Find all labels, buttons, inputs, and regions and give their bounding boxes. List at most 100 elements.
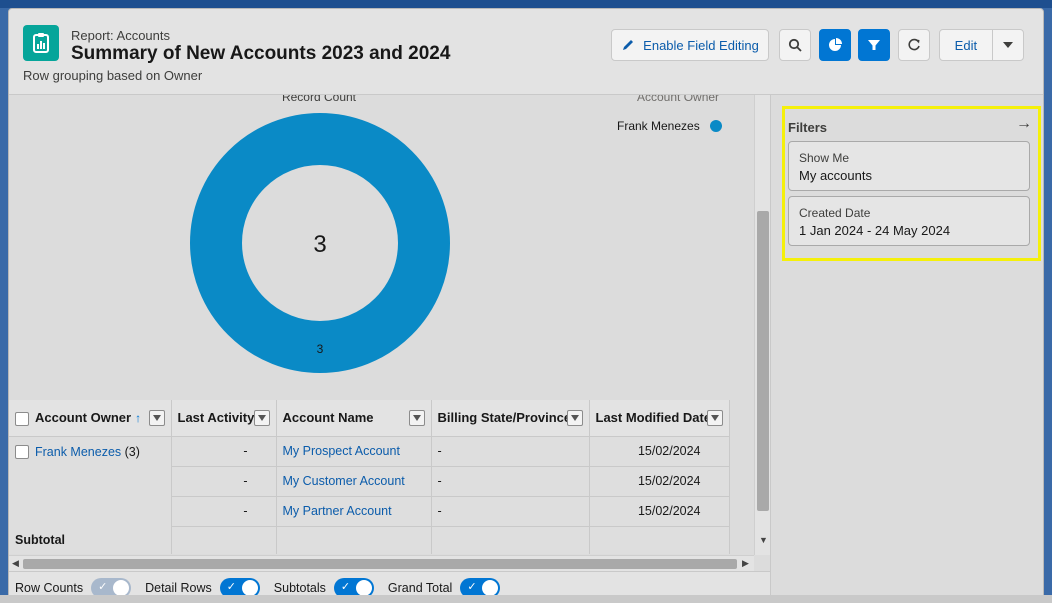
scroll-down-icon[interactable]: ▼ (759, 535, 768, 545)
report-frame: Report: Accounts Summary of New Accounts… (8, 8, 1044, 603)
filter-value: 1 Jan 2024 - 24 May 2024 (799, 223, 951, 238)
group-cell: Frank Menezes (3) (9, 436, 172, 526)
collapse-arrow-icon[interactable]: → (1016, 115, 1032, 133)
slice-data-label: 3 (317, 342, 324, 356)
filter-icon (868, 40, 880, 50)
toggle-knob (355, 580, 372, 596)
column-menu-button[interactable] (706, 410, 723, 426)
cell-billing-state: - (431, 436, 590, 467)
sort-ascending-icon[interactable]: ↑ (135, 411, 141, 425)
cell-account-name[interactable]: My Customer Account (276, 466, 432, 497)
toggle-knob (241, 580, 258, 596)
column-header-billing-state[interactable]: Billing State/Province (431, 400, 590, 437)
filter-label: Created Date (799, 206, 871, 220)
edit-button-group: Edit (939, 29, 1024, 61)
edit-button[interactable]: Edit (940, 38, 992, 53)
cell-last-modified: 15/02/2024 (589, 496, 730, 527)
column-header-last-modified[interactable]: Last Modified Date (589, 400, 730, 437)
vertical-scroll-thumb[interactable] (757, 211, 769, 511)
column-menu-button[interactable] (148, 410, 165, 426)
pie-chart-icon (829, 38, 842, 51)
filter-value: My accounts (799, 168, 872, 183)
chevron-down-icon (257, 415, 266, 421)
chevron-down-icon (152, 415, 161, 421)
pencil-icon (623, 40, 634, 50)
table-row: Frank Menezes (3) - My Prospect Account … (9, 436, 730, 526)
report-subtitle: Row grouping based on Owner (23, 68, 203, 83)
vertical-scrollbar[interactable]: ▼ (754, 95, 770, 555)
horizontal-scrollbar[interactable]: ◀ ▶ (9, 555, 754, 571)
chart-area: Record Count Account Owner Frank Menezes… (9, 95, 754, 395)
donut-chart: 33 (190, 113, 450, 373)
column-label: Billing State/Province (437, 410, 572, 426)
scroll-right-icon[interactable]: ▶ (742, 558, 749, 569)
column-label: Last Modified Date (595, 410, 712, 426)
column-menu-button[interactable] (408, 410, 425, 426)
bottom-strip (0, 595, 1052, 603)
filter-label: Show Me (799, 151, 850, 165)
page-title: Summary of New Accounts 2023 and 2024 (71, 43, 451, 64)
subtotal-cell (171, 526, 277, 554)
report-header: Report: Accounts Summary of New Accounts… (9, 9, 1043, 95)
subtotal-cell (431, 526, 590, 554)
row-counts-label: Row Counts (15, 581, 84, 595)
subtotal-cell (589, 526, 730, 554)
subtotals-label: Subtotals (273, 581, 326, 595)
detail-rows-label: Detail Rows (145, 581, 212, 595)
column-menu-button[interactable] (253, 410, 270, 426)
search-button[interactable] (779, 29, 811, 61)
subtotal-row: Subtotal (9, 526, 730, 554)
select-all-checkbox[interactable] (15, 411, 29, 426)
column-label: Account Owner (35, 409, 132, 425)
check-icon: ✓ (98, 581, 108, 593)
grand-total-label: Grand Total (387, 581, 453, 595)
column-label: Last Activity (177, 410, 255, 426)
toggle-knob (482, 580, 499, 596)
check-icon: ✓ (226, 581, 236, 593)
chevron-down-icon (1002, 42, 1013, 48)
subtotal-label: Subtotal (9, 526, 172, 554)
refresh-icon (908, 38, 920, 51)
filter-show-me[interactable]: Show Me My accounts (788, 141, 1030, 191)
page-background (0, 0, 1052, 8)
cell-account-name[interactable]: My Partner Account (276, 496, 432, 527)
horizontal-scroll-thumb[interactable] (23, 559, 737, 569)
toggle-knob (113, 580, 130, 596)
report-table: Account Owner ↑ Last Activity Account Nam… (9, 400, 754, 555)
refresh-button[interactable] (898, 29, 930, 61)
group-owner-link[interactable]: Frank Menezes (35, 445, 121, 459)
cell-last-modified: 15/02/2024 (589, 436, 730, 467)
scroll-left-icon[interactable]: ◀ (12, 558, 19, 569)
filters-title: Filters (788, 120, 828, 135)
cell-last-modified: 15/02/2024 (589, 466, 730, 497)
enable-field-editing-button[interactable]: Enable Field Editing (611, 29, 769, 61)
column-menu-button[interactable] (566, 410, 583, 426)
check-icon: ✓ (467, 581, 477, 593)
edit-menu-button[interactable] (993, 41, 1023, 49)
cell-last-activity: - (171, 466, 277, 497)
cell-billing-state: - (431, 466, 590, 497)
column-header-account-name[interactable]: Account Name (276, 400, 432, 437)
cell-last-activity: - (171, 496, 277, 527)
chevron-down-icon (412, 415, 421, 421)
cell-account-name[interactable]: My Prospect Account (276, 436, 432, 467)
filters-panel: Filters → Show Me My accounts Created Da… (770, 95, 1043, 602)
chart-toggle-button[interactable] (819, 29, 851, 61)
filter-created-date[interactable]: Created Date 1 Jan 2024 - 24 May 2024 (788, 196, 1030, 246)
cell-last-activity: - (171, 436, 277, 467)
cell-billing-state: - (431, 496, 590, 527)
subtotal-cell (276, 526, 432, 554)
check-icon: ✓ (340, 581, 351, 593)
column-label: Account Name (282, 410, 374, 426)
enable-field-editing-label: Enable Field Editing (643, 37, 759, 53)
column-header-last-activity[interactable]: Last Activity (171, 400, 277, 437)
report-icon (23, 25, 59, 61)
filter-toggle-button[interactable] (858, 29, 890, 61)
chevron-down-icon (570, 415, 579, 421)
report-type: Report: Accounts (71, 28, 170, 43)
search-icon (788, 38, 802, 52)
column-header-account-owner[interactable]: Account Owner ↑ (9, 400, 172, 437)
chevron-down-icon (710, 415, 719, 421)
row-checkbox[interactable] (15, 445, 29, 460)
group-count: (3) (124, 444, 140, 459)
